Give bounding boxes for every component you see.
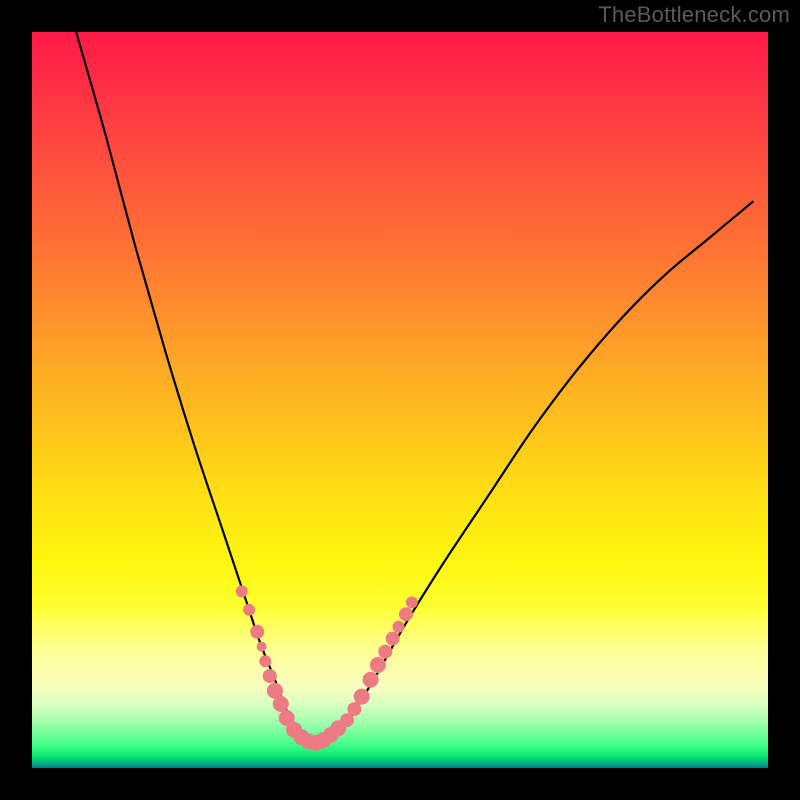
bead-dot <box>273 696 289 712</box>
bead-dot <box>370 657 386 673</box>
bead-dot <box>406 596 418 608</box>
plot-area <box>32 32 768 768</box>
bead-dot <box>257 642 267 652</box>
curve-layer <box>32 32 768 768</box>
bead-dot <box>250 625 264 639</box>
bead-dot <box>259 655 271 667</box>
watermark-text: TheBottleneck.com <box>598 2 790 28</box>
bottleneck-curve <box>76 32 753 744</box>
bead-dot <box>263 669 277 683</box>
bead-dot <box>393 621 405 633</box>
bead-dot <box>236 585 248 597</box>
bead-dots <box>236 585 418 751</box>
bead-dot <box>354 689 370 705</box>
bead-dot <box>363 672 379 688</box>
chart-frame: TheBottleneck.com <box>0 0 800 800</box>
bead-dot <box>378 645 392 659</box>
bead-dot <box>243 604 255 616</box>
bead-dot <box>399 607 413 621</box>
bead-dot <box>386 632 400 646</box>
